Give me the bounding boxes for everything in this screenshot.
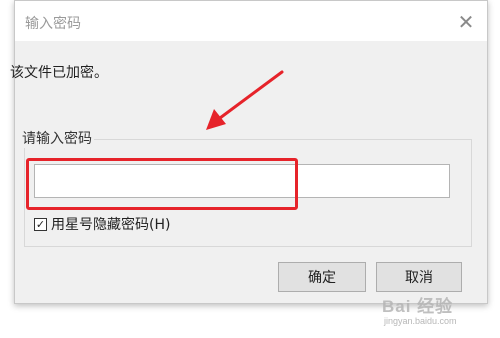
password-group-label: 请输入密码 [20,128,94,148]
ok-button[interactable]: 确定 [278,262,366,292]
checkmark-icon: ✓ [35,217,46,231]
close-button[interactable]: ✕ [453,9,479,35]
password-input[interactable] [34,164,450,198]
encrypted-message: 该文件已加密。 [10,65,108,81]
close-icon: ✕ [457,10,475,34]
cancel-button[interactable]: 取消 [376,262,462,292]
mask-password-label: 用星号隐藏密码(H) [51,217,171,233]
mask-password-checkbox[interactable]: ✓ [34,217,47,231]
watermark-sub-text: jingyan.baidu.com [384,316,457,326]
page: 输入密码 ✕ 该文件已加密。 请输入密码 ✓ 用星号隐藏密码(H) 确定 取消 … [0,0,500,338]
dialog-titlebar: 输入密码 ✕ [15,1,487,41]
dialog-title: 输入密码 [25,16,81,32]
mask-password-option[interactable]: ✓ 用星号隐藏密码(H) [34,214,170,234]
